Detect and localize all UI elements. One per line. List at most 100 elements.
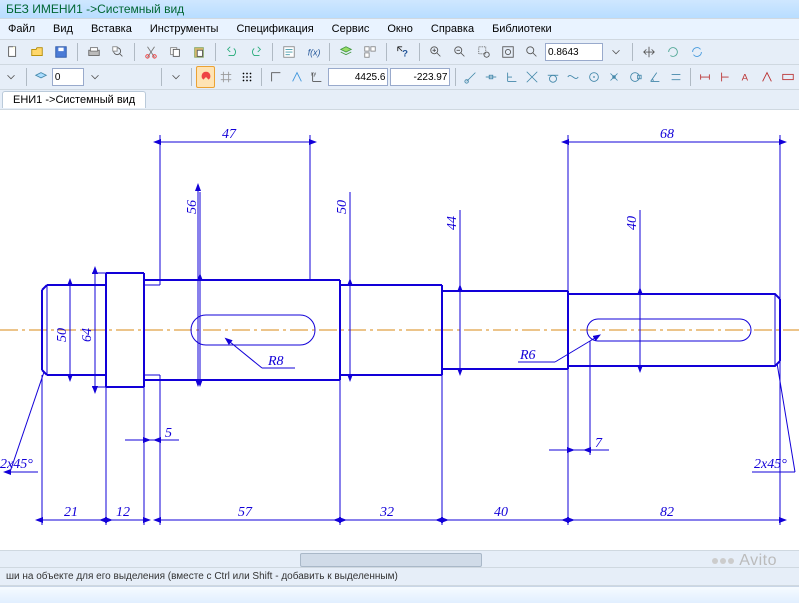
dim-d44: 44 [445, 216, 460, 230]
snap-end-icon[interactable] [461, 66, 480, 88]
copy-icon[interactable] [164, 41, 186, 63]
coord-y-field[interactable] [390, 68, 450, 86]
doc-tab[interactable]: ЕНИ1 ->Системный вид [2, 91, 146, 108]
drawing-canvas[interactable]: 47 68 50 64 56 50 44 40 [0, 110, 799, 550]
zoom-window-icon[interactable] [473, 41, 495, 63]
dim-82: 82 [660, 505, 674, 520]
open-icon[interactable] [26, 41, 48, 63]
dim-d50l: 50 [55, 328, 70, 342]
zoom-out-icon[interactable] [449, 41, 471, 63]
snap-toggle-icon[interactable] [196, 66, 215, 88]
ortho-icon[interactable] [267, 66, 286, 88]
layer-field[interactable] [52, 68, 84, 86]
snap-near-icon[interactable] [564, 66, 583, 88]
svg-text:f(x): f(x) [308, 48, 320, 58]
dropdown2-icon[interactable] [167, 66, 186, 88]
toolbar-state: xy A [0, 65, 799, 90]
snap-grid-icon[interactable] [217, 66, 236, 88]
svg-text:A: A [742, 73, 749, 84]
dim-5: 5 [165, 426, 172, 441]
title-bar: БЕЗ ИМЕНИ1 ->Системный вид [0, 0, 799, 18]
menu-help[interactable]: Справка [427, 21, 478, 37]
dim-57: 57 [238, 505, 253, 520]
dim-r8: R8 [267, 354, 284, 369]
dim-7: 7 [595, 436, 603, 451]
views-icon[interactable] [359, 41, 381, 63]
dim1-icon[interactable] [696, 66, 715, 88]
dim-32: 32 [379, 505, 394, 520]
print-icon[interactable] [83, 41, 105, 63]
status-bar: ши на объекте для его выделения (вместе … [0, 567, 799, 586]
snap-int-icon[interactable] [523, 66, 542, 88]
dim-text-icon[interactable]: A [737, 66, 756, 88]
zoom-realtime-icon[interactable] [521, 41, 543, 63]
menu-service[interactable]: Сервис [328, 21, 374, 37]
redo-icon[interactable] [245, 41, 267, 63]
preview-icon[interactable] [107, 41, 129, 63]
menu-spec[interactable]: Спецификация [232, 21, 317, 37]
layers-icon[interactable] [335, 41, 357, 63]
menu-tools[interactable]: Инструменты [146, 21, 223, 37]
dim-12: 12 [116, 505, 130, 520]
svg-text:?: ? [402, 48, 408, 59]
properties-icon[interactable] [278, 41, 300, 63]
snap-angle-icon[interactable] [646, 66, 665, 88]
snap-cen-icon[interactable] [585, 66, 604, 88]
dim-d56: 56 [185, 200, 200, 214]
svg-text:xy: xy [311, 71, 317, 77]
grid-dots-icon[interactable] [237, 66, 256, 88]
rough-icon[interactable] [758, 66, 777, 88]
local-cs-icon[interactable] [287, 66, 306, 88]
undo-icon[interactable] [221, 41, 243, 63]
coord-x-field[interactable] [328, 68, 388, 86]
dim-ch2: 2x45° [754, 457, 787, 472]
snap-quad-icon[interactable] [626, 66, 645, 88]
toolbar-file: f(x) ? [0, 40, 799, 65]
refresh-icon[interactable] [686, 41, 708, 63]
dim-ch1: 2x45° [0, 457, 33, 472]
dim-d64: 64 [80, 328, 95, 342]
tol-icon[interactable] [778, 66, 797, 88]
snap-node-icon[interactable] [605, 66, 624, 88]
cut-icon[interactable] [140, 41, 162, 63]
zoom-fit-icon[interactable] [497, 41, 519, 63]
snap-parallel-icon[interactable] [667, 66, 686, 88]
save-icon[interactable] [50, 41, 72, 63]
layer-state-icon[interactable] [31, 66, 50, 88]
snap-perp-icon[interactable] [502, 66, 521, 88]
menu-insert[interactable]: Вставка [87, 21, 136, 37]
paste-icon[interactable] [188, 41, 210, 63]
dropdown-icon[interactable] [605, 41, 627, 63]
layer-drop-icon[interactable] [86, 66, 105, 88]
doc-tabs: ЕНИ1 ->Системный вид [0, 90, 799, 110]
dim2-icon[interactable] [717, 66, 736, 88]
zoom-in-icon[interactable] [425, 41, 447, 63]
coord-icon[interactable]: xy [308, 66, 327, 88]
vars-icon[interactable]: f(x) [302, 41, 324, 63]
window-title: БЕЗ ИМЕНИ1 ->Системный вид [6, 2, 184, 16]
pan-icon[interactable] [638, 41, 660, 63]
status-text: ши на объекте для его выделения (вместе … [6, 571, 398, 582]
dim-d50t: 50 [335, 200, 350, 214]
help-icon[interactable]: ? [392, 41, 414, 63]
dim-47: 47 [222, 127, 237, 142]
dim-40: 40 [494, 505, 508, 520]
menu-bar: Файл Вид Вставка Инструменты Спецификаци… [0, 18, 799, 40]
taskbar [0, 586, 799, 603]
menu-view[interactable]: Вид [49, 21, 77, 37]
rotate-icon[interactable] [662, 41, 684, 63]
zoom-field[interactable] [545, 43, 603, 61]
dropdown1-icon[interactable] [2, 66, 21, 88]
menu-window[interactable]: Окно [383, 21, 417, 37]
menu-file[interactable]: Файл [4, 21, 39, 37]
menu-libs[interactable]: Библиотеки [488, 21, 556, 37]
h-scrollbar[interactable] [0, 550, 799, 567]
new-icon[interactable] [2, 41, 24, 63]
snap-tan-icon[interactable] [543, 66, 562, 88]
snap-mid-icon[interactable] [482, 66, 501, 88]
dim-21: 21 [64, 505, 78, 520]
dim-r6: R6 [519, 348, 536, 363]
scroll-thumb[interactable] [300, 553, 482, 567]
dim-d40: 40 [625, 216, 640, 230]
dim-68: 68 [660, 127, 674, 142]
